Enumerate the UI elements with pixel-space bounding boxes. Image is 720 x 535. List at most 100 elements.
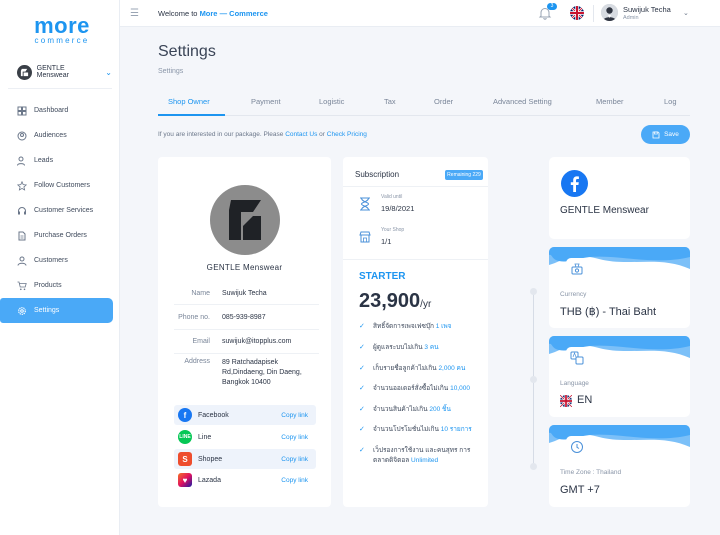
brand-logo[interactable]: more commerce [28,14,96,45]
owner-name-value: Suwijuk Techa [222,290,267,297]
store-selector[interactable]: GENTLE Menswear ⌄ [17,62,112,82]
timeline-dot [530,463,537,470]
phone-row: Phone no. 085-939-8987 [174,311,319,330]
shop-logo-icon [229,200,261,240]
timezone-icon-box [566,436,588,458]
welcome-brand: More — Commerce [199,9,268,18]
feature-highlight: 1 เพจ [435,323,452,330]
topbar-divider [593,5,594,22]
sidebar-item-label: Products [34,282,62,289]
facebook-icon [561,170,588,197]
copy-link-button[interactable]: Copy link [281,412,308,419]
timezone-card[interactable]: Time Zone : Thailand GMT +7 [549,425,690,507]
user-name[interactable]: Suwijuk Techa [623,5,671,14]
remaining-days-badge: Remaining 229 days [445,170,483,188]
hourglass-icon [360,197,370,211]
uk-flag-icon [560,395,572,407]
avatar[interactable] [601,4,618,21]
sidebar-item-dashboard[interactable]: Dashboard [0,98,120,123]
price-value: 23,900 [359,290,421,312]
lazada-icon: ♥ [178,473,192,487]
shop-avatar[interactable] [210,185,280,255]
social-name: Line [198,433,212,441]
facebook-page-card[interactable]: GENTLE Menswear [549,157,690,239]
social-name: Lazada [198,476,221,484]
address-row: Address 89 Ratchadapisek Rd,Dindaeng, Di… [174,357,319,393]
breadcrumb[interactable]: Settings [158,68,183,75]
welcome-prefix: Welcome to [158,9,198,18]
check-icon: ✓ [359,365,365,372]
uk-flag-icon[interactable] [570,6,584,20]
feature-text: จำนวนโปรโมชั่นไม่เกิน [373,426,439,433]
translate-icon [570,351,584,365]
your-shop-value: 1/1 [381,237,392,246]
sidebar-item-leads[interactable]: Leads [0,148,120,173]
sidebar-item-customer-services[interactable]: Customer Services [0,198,120,223]
feature-text: ผู้ดูแลระบบไม่เกิน [373,344,423,351]
sidebar-item-customers[interactable]: Customers [0,248,120,273]
social-shopee: S Shopee Copy link [174,449,316,469]
sidebar-item-products[interactable]: Products [0,273,120,298]
sidebar-item-label: Leads [34,157,54,164]
check-pricing-link[interactable]: Check Pricing [327,131,367,138]
tab-logistic[interactable]: Logistic [319,97,344,106]
tab-tax[interactable]: Tax [384,97,396,106]
sidebar-item-label: Purchase Orders [34,232,87,239]
your-shop-label: Your Shop [381,227,405,233]
tab-shop-owner[interactable]: Shop Owner [168,97,210,106]
sidebar-divider [8,88,112,89]
sidebar-item-follow-customers[interactable]: Follow Customers [0,173,120,198]
tab-log[interactable]: Log [664,97,677,106]
copy-link-button[interactable]: Copy link [281,456,308,463]
field-label: Email [192,338,210,345]
store-name: GENTLE Menswear [36,65,69,79]
audience-icon [17,131,27,140]
address-line: 89 Ratchadapisek [222,359,279,366]
email-value: suwijuk@itopplus.com [222,338,292,345]
sidebar-item-purchase-orders[interactable]: Purchase Orders [0,223,120,248]
copy-link-button[interactable]: Copy link [281,434,308,441]
feature-text: จำนวนสินค้าไม่เกิน [373,406,428,413]
sidebar-item-label: Follow Customers [34,182,91,189]
document-icon [18,231,26,240]
info-or: or [319,131,325,138]
plan-price: 23,900/yr [359,290,431,313]
check-icon: ✓ [359,426,365,433]
check-icon: ✓ [359,447,365,454]
currency-icon-box [566,258,588,280]
social-name: Facebook [198,411,229,419]
user-icon [17,256,27,266]
tab-payment[interactable]: Payment [251,97,281,106]
save-button[interactable]: Save [641,125,690,144]
feature-highlight: 2,000 คน [438,365,466,372]
notification-badge: 3 [547,3,557,10]
chevron-down-icon[interactable]: ⌄ [683,9,689,17]
tab-advanced-setting[interactable]: Advanced Setting [493,97,552,106]
active-tab-indicator [158,114,225,116]
check-icon: ✓ [359,385,365,392]
tab-member[interactable]: Member [596,97,624,106]
price-unit: /yr [420,299,432,310]
phone-value: 085-939-8987 [222,314,266,321]
sidebar-item-settings[interactable]: Settings [0,298,113,323]
tab-order[interactable]: Order [434,97,453,106]
sidebar-item-label: Customers [34,257,68,264]
copy-link-button[interactable]: Copy link [281,477,308,484]
currency-card[interactable]: Currency THB (฿) - Thai Baht [549,247,690,328]
language-card[interactable]: Language EN [549,336,690,417]
package-info: If you are interested in our package. Pl… [158,131,367,138]
timezone-label: Time Zone : Thailand [560,469,622,476]
store-icon [359,231,371,243]
sidebar-item-label: Settings [34,307,60,314]
feature-highlight: 10 รายการ [440,426,472,433]
shop-owner-card: GENTLE Menswear Name Suwijuk Techa Phone… [158,157,331,507]
valid-until-value: 19/8/2021 [381,204,415,213]
contact-us-link[interactable]: Contact Us [285,131,317,138]
address-value: 89 Ratchadapisek Rd,Dindaeng, Din Daeng,… [222,358,302,388]
facebook-page-name: GENTLE Menswear [560,205,649,216]
sidebar-item-audiences[interactable]: Audiences [0,123,120,148]
menu-icon[interactable]: ☰ [130,8,139,19]
logo-main-text: more [34,13,90,38]
sidebar: more commerce GENTLE Menswear ⌄ Dashboar… [0,0,120,535]
sidebar-nav: Dashboard Audiences Leads Follow Custome… [0,98,120,323]
